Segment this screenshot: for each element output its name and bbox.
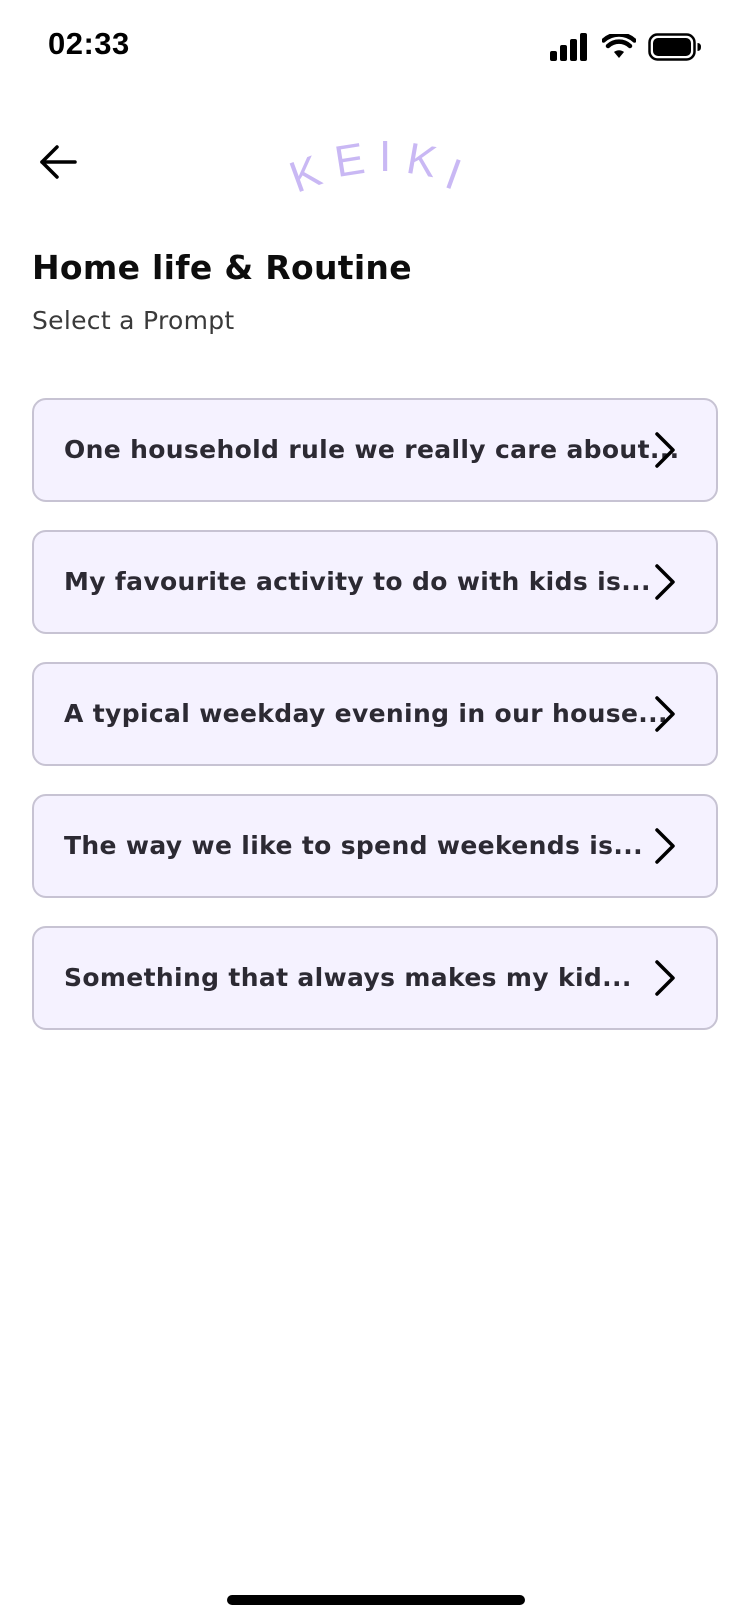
prompt-label: My favourite activity to do with kids is… xyxy=(64,567,651,596)
keiki-logo: K E I K I xyxy=(283,132,468,203)
signal-icon xyxy=(550,33,588,61)
header: K E I K I xyxy=(0,112,750,212)
back-button[interactable] xyxy=(30,136,86,192)
prompt-label: Something that always makes my kid... xyxy=(64,963,632,992)
status-icons xyxy=(550,30,702,64)
home-indicator xyxy=(227,1595,525,1605)
arrow-left-icon xyxy=(38,144,78,184)
status-time: 02:33 xyxy=(48,26,130,61)
battery-icon xyxy=(648,33,702,61)
chevron-right-icon xyxy=(644,562,684,602)
prompt-item[interactable]: One household rule we really care about.… xyxy=(32,398,718,502)
prompt-label: One household rule we really care about.… xyxy=(64,435,680,464)
page-title: Home life & Routine xyxy=(32,248,412,287)
prompt-item[interactable]: Something that always makes my kid... xyxy=(32,926,718,1030)
chevron-right-icon xyxy=(644,958,684,998)
wifi-icon xyxy=(602,34,636,60)
prompt-item[interactable]: The way we like to spend weekends is... xyxy=(32,794,718,898)
prompt-item[interactable]: A typical weekday evening in our house..… xyxy=(32,662,718,766)
chevron-right-icon xyxy=(644,430,684,470)
status-bar: 02:33 xyxy=(0,0,750,96)
chevron-right-icon xyxy=(644,826,684,866)
prompt-list: One household rule we really care about.… xyxy=(32,398,718,1058)
chevron-right-icon xyxy=(644,694,684,734)
prompt-item[interactable]: My favourite activity to do with kids is… xyxy=(32,530,718,634)
prompt-label: The way we like to spend weekends is... xyxy=(64,831,643,860)
prompt-label: A typical weekday evening in our house..… xyxy=(64,699,668,728)
page-subtitle: Select a Prompt xyxy=(32,306,235,335)
